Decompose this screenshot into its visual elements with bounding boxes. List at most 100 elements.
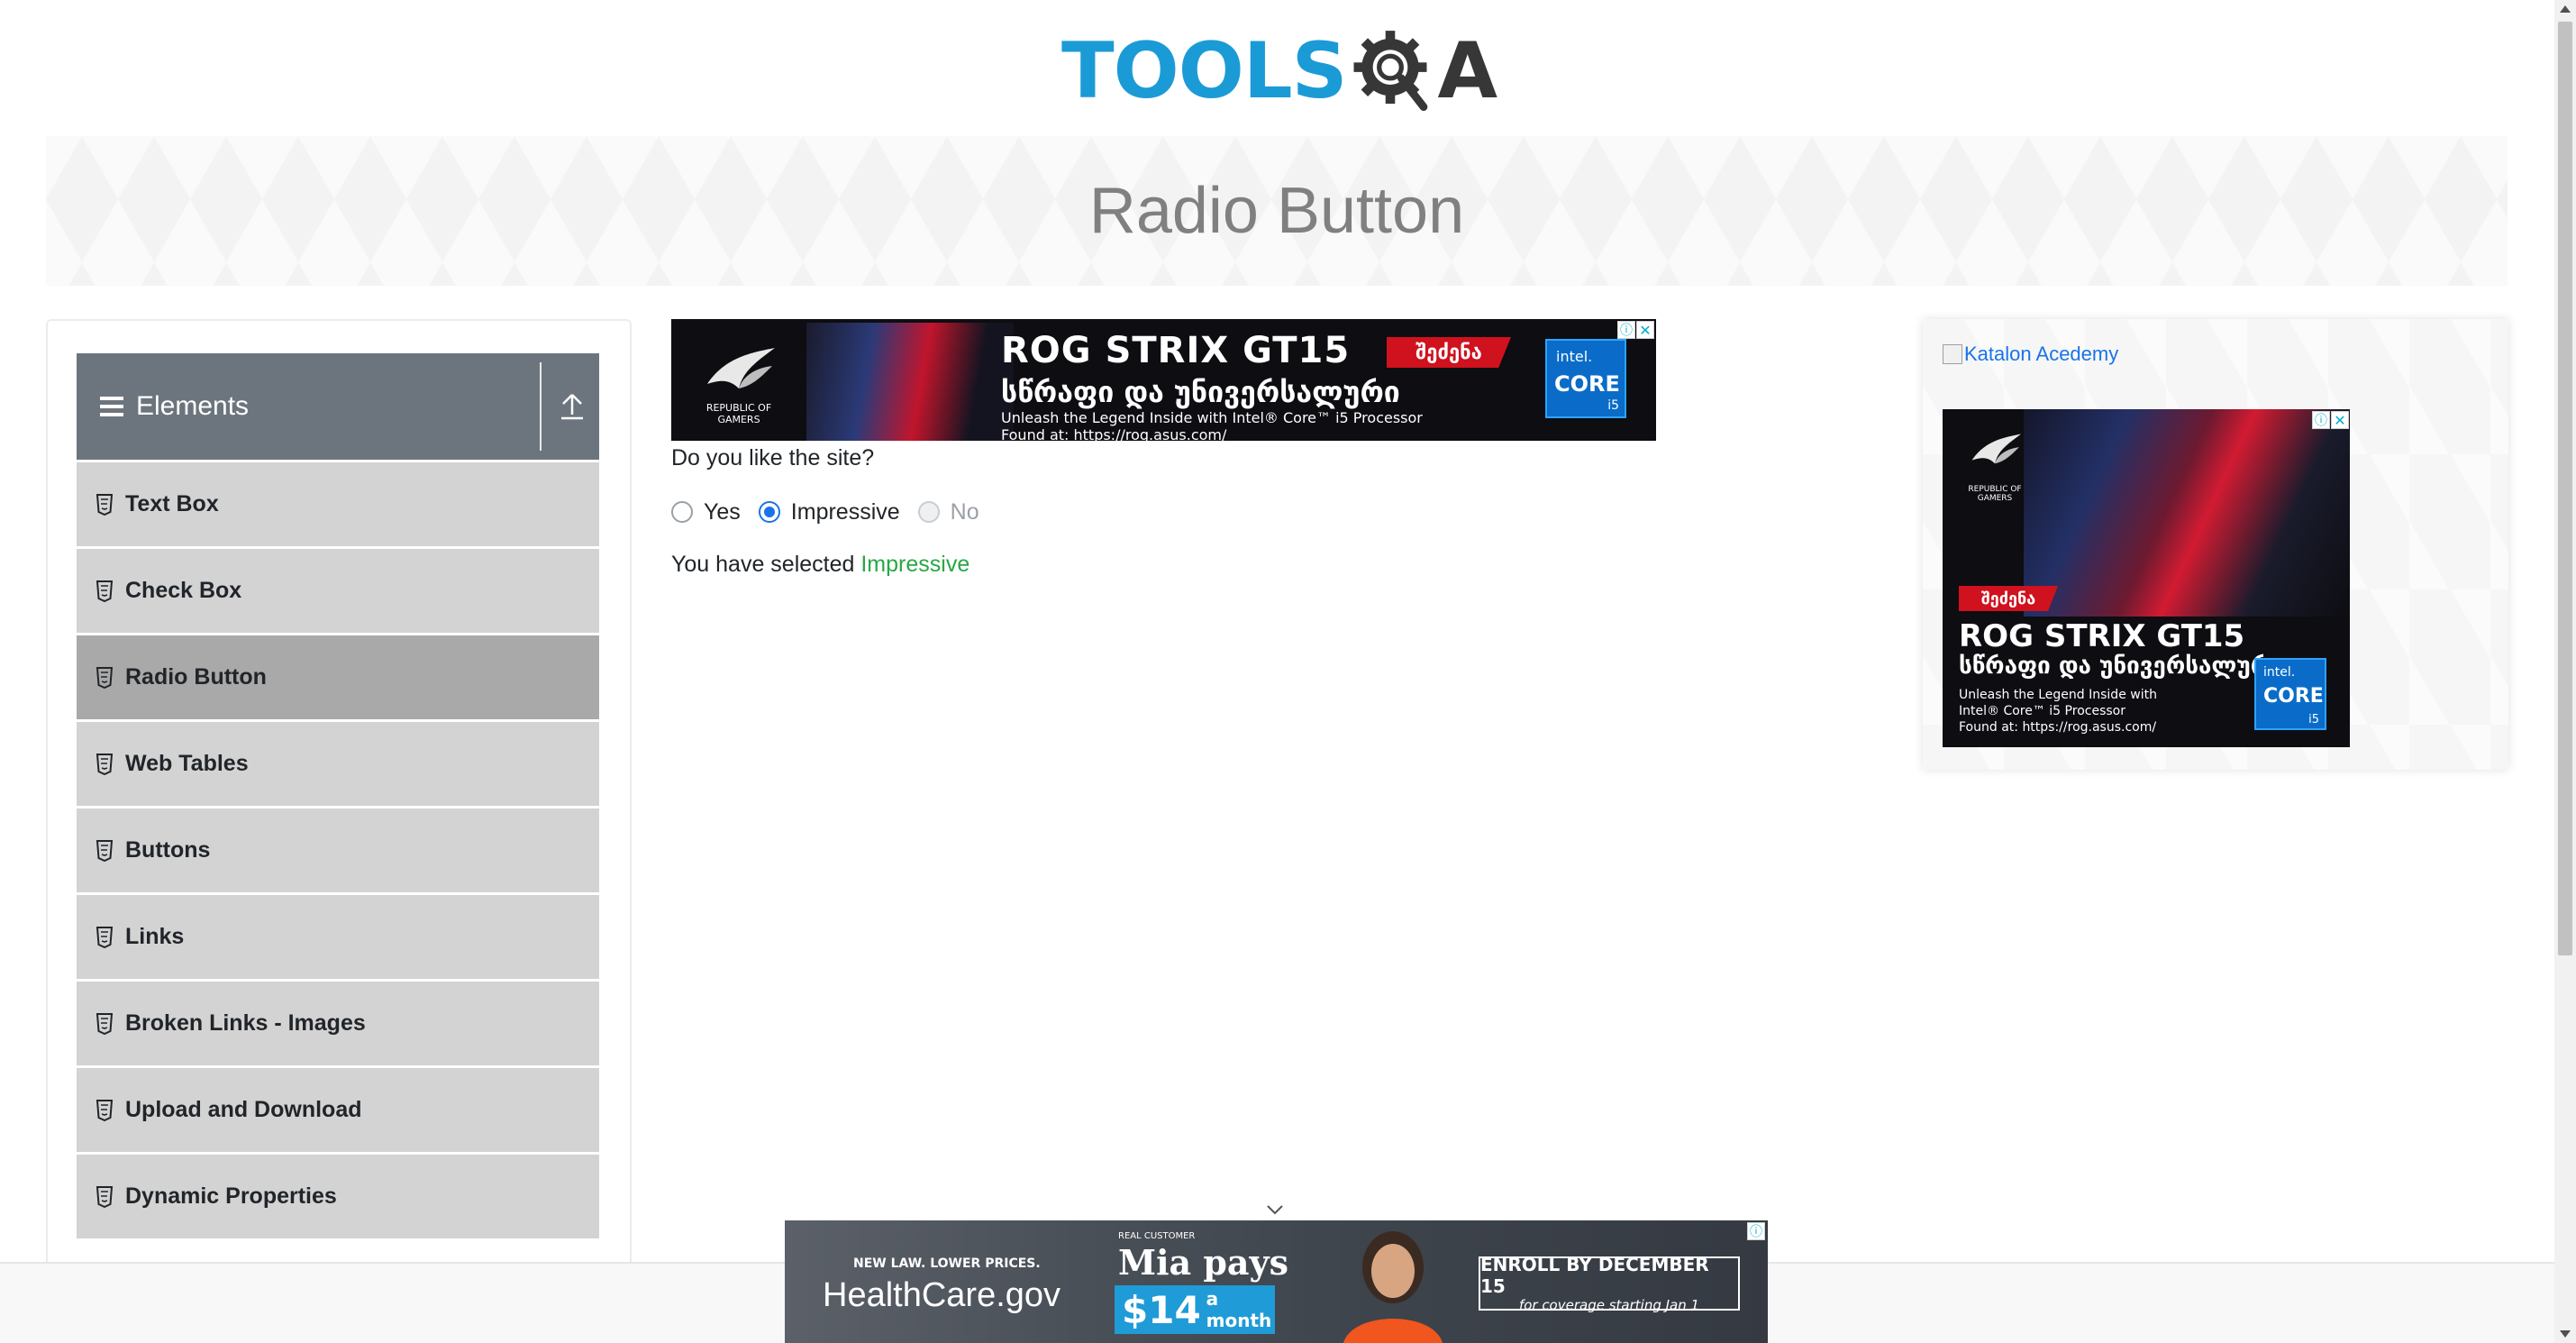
intel-core: CORE	[2263, 685, 2324, 708]
sidebar-item-links[interactable]: Links	[77, 892, 599, 979]
sidebar-item-label: Upload and Download	[125, 1097, 362, 1122]
bottom-ad-real-customer: REAL CUSTOMER	[1118, 1231, 1196, 1241]
ad-cta-button[interactable]: შეძენა	[1387, 337, 1511, 368]
side-ad-georgian-text: სწრაფი და უნივერსალური	[1959, 653, 2283, 680]
katalon-link-text[interactable]: Katalon Acedemy	[1964, 343, 2118, 366]
bottom-ad-name-line: Mia pays	[1118, 1242, 1289, 1283]
radio-no-label[interactable]: No	[951, 499, 979, 525]
sidebar-item-label: Dynamic Properties	[125, 1183, 337, 1209]
elements-group-header[interactable]: Elements	[77, 353, 599, 460]
radio-group: Yes Impressive No	[671, 496, 997, 528]
elements-menu: Text Box Check Box Radio Button Web Tables B…	[77, 460, 599, 1238]
sidebar-item-label: Buttons	[125, 837, 211, 863]
html5-shield-icon	[96, 753, 113, 775]
toolsqa-logo[interactable]: TOOLS A	[1061, 20, 1497, 123]
html5-shield-icon	[96, 1012, 113, 1035]
html5-shield-icon	[96, 493, 113, 516]
ad-georgian-text: სწრაფი და უნივერსალური	[1001, 375, 1400, 409]
html5-shield-icon	[96, 926, 113, 948]
side-ad-subtext-line3: Found at: https://rog.asus.com/	[1959, 720, 2157, 735]
sidebar-item-label: Text Box	[125, 491, 219, 516]
intel-gen: i5	[1607, 398, 1619, 413]
sidebar-item-text-box[interactable]: Text Box	[77, 460, 599, 546]
scroll-down-icon[interactable]	[2560, 1330, 2571, 1338]
upload-icon[interactable]	[560, 389, 585, 422]
radio-yes[interactable]: Yes	[671, 499, 741, 525]
side-ad-subtext-line1: Unleash the Legend Inside with	[1959, 688, 2157, 702]
intel-core-badge: intel. CORE i5	[1545, 339, 1626, 418]
ad-subtext: Unleash the Legend Inside with Intel® Co…	[1001, 409, 1423, 441]
sidebar-item-dynamic-properties[interactable]: Dynamic Properties	[77, 1152, 599, 1238]
page-title: Radio Button	[1088, 175, 1465, 247]
bottom-ad-price-period: a month	[1206, 1288, 1272, 1331]
sidebar-item-label: Broken Links - Images	[125, 1010, 366, 1036]
left-sidebar: Elements Text Box Check Box Radio Button We…	[46, 319, 632, 1343]
top-ad-banner[interactable]: REPUBLIC OF GAMERS ROG STRIX GT15 შეძენა…	[671, 319, 1656, 441]
sidebar-item-label: Links	[125, 924, 185, 949]
chevron-down-icon[interactable]	[1265, 1202, 1285, 1217]
result-prefix: You have selected	[671, 552, 861, 577]
radio-no[interactable]: No	[917, 499, 979, 525]
side-ad-banner[interactable]: REPUBLIC OF GAMERS შეძენა ROG STRIX GT15…	[1943, 409, 2350, 747]
rog-caption: REPUBLIC OF GAMERS	[705, 402, 772, 425]
bottom-ad-brand: HealthCare.gov	[823, 1276, 1061, 1314]
intel-brand: intel.	[2263, 665, 2296, 680]
hamburger-icon	[100, 397, 123, 416]
ad-info-icon[interactable]: ⓘ	[1747, 1222, 1765, 1240]
ad-info-icon[interactable]: ⓘ	[2312, 411, 2330, 429]
bottom-ad-enroll-box: ENROLL BY DECEMBER 15 for coverage start…	[1479, 1254, 1740, 1313]
bottom-ad-tagline: NEW LAW. LOWER PRICES.	[853, 1256, 1041, 1271]
radio-yes-label[interactable]: Yes	[704, 499, 741, 525]
page-banner: Radio Button	[46, 136, 2508, 286]
html5-shield-icon	[96, 666, 113, 689]
radio-impressive[interactable]: Impressive	[758, 499, 900, 525]
katalon-academy-link[interactable]: Katalon Acedemy	[1943, 343, 2118, 366]
result-value: Impressive	[860, 552, 970, 577]
customer-photo	[1343, 1231, 1443, 1343]
broken-image-icon	[1943, 344, 1962, 364]
sidebar-item-label: Check Box	[125, 578, 242, 603]
side-ad-subtext-line2: Intel® Core™ i5 Processor	[1959, 704, 2125, 719]
bottom-ad-price-amount: $14	[1122, 1287, 1201, 1332]
side-ad-cta-button[interactable]: შეძენა	[1959, 586, 2058, 611]
html5-shield-icon	[96, 839, 113, 862]
group-title: Elements	[136, 391, 250, 421]
ad-info-icon[interactable]: ⓘ	[1617, 321, 1635, 339]
intel-gen: i5	[2308, 713, 2319, 726]
scroll-up-icon[interactable]	[2560, 5, 2571, 13]
radio-impressive-label[interactable]: Impressive	[791, 499, 900, 525]
ad-close-icon[interactable]: ✕	[2331, 411, 2349, 429]
radio-question: Do you like the site?	[671, 445, 875, 471]
header-divider	[540, 362, 542, 451]
logo-text: TOOLS	[1061, 26, 1348, 116]
radio-yes-circle[interactable]	[671, 501, 693, 523]
gear-magnifier-icon	[1353, 31, 1427, 112]
ad-headline: ROG STRIX GT15	[1001, 330, 1351, 371]
html5-shield-icon	[96, 580, 113, 602]
sidebar-item-broken-links-images[interactable]: Broken Links - Images	[77, 979, 599, 1065]
sidebar-item-web-tables[interactable]: Web Tables	[77, 719, 599, 806]
intel-core: CORE	[1554, 371, 1620, 397]
sidebar-item-radio-button[interactable]: Radio Button	[77, 633, 599, 719]
rog-caption: REPUBLIC OF GAMERS	[1968, 485, 2022, 503]
logo-letter: A	[1437, 26, 1497, 116]
radio-impressive-circle[interactable]	[758, 501, 780, 523]
sidebar-item-label: Web Tables	[125, 751, 249, 776]
sidebar-item-check-box[interactable]: Check Box	[77, 546, 599, 633]
bottom-ad-banner[interactable]: NEW LAW. LOWER PRICES. HealthCare.gov RE…	[785, 1220, 1768, 1343]
ad-subtext-line2: Found at: https://rog.asus.com/	[1001, 426, 1227, 441]
html5-shield-icon	[96, 1099, 113, 1121]
side-ad-tower-image	[2024, 409, 2350, 617]
scrollbar-thumb[interactable]	[2558, 22, 2572, 955]
page-scrollbar[interactable]	[2554, 0, 2576, 1343]
radio-no-circle[interactable]	[917, 501, 940, 523]
laptop-tower-image	[806, 323, 1014, 441]
rog-logo-icon	[1971, 434, 2022, 464]
sidebar-item-buttons[interactable]: Buttons	[77, 806, 599, 892]
side-ad-headline: ROG STRIX GT15	[1959, 618, 2245, 654]
side-ad-subtext: Unleash the Legend Inside with Intel® Co…	[1959, 687, 2229, 736]
sidebar-item-upload-and-download[interactable]: Upload and Download	[77, 1065, 599, 1152]
right-ad-panel: Katalon Acedemy REPUBLIC OF GAMERS შეძენ…	[1923, 319, 2508, 770]
intel-core-badge: intel. CORE i5	[2254, 658, 2326, 730]
ad-close-icon[interactable]: ✕	[1636, 321, 1654, 339]
